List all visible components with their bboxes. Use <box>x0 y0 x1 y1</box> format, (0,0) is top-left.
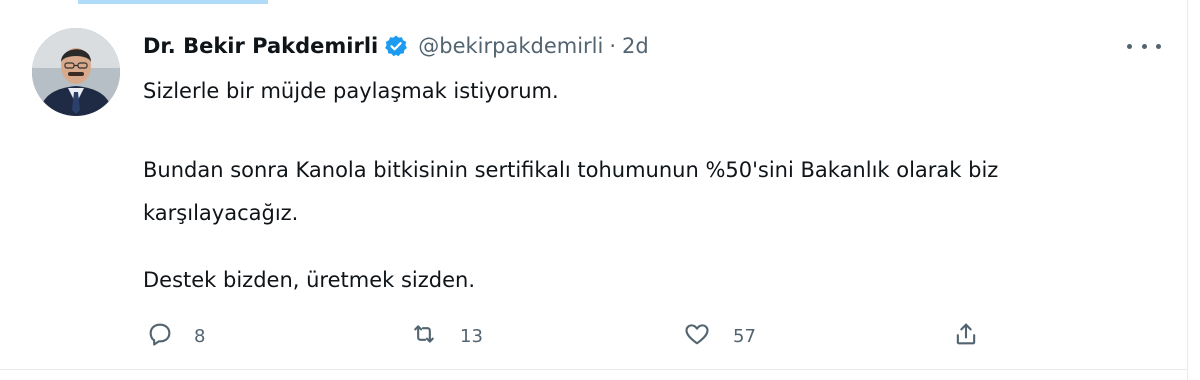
tweet-text-line-4: Destek bizden, üretmek sizden. <box>143 268 476 292</box>
heart-icon <box>683 320 711 352</box>
column-border <box>1187 0 1188 380</box>
avatar[interactable] <box>32 28 120 116</box>
author-name[interactable]: Dr. Bekir Pakdemirli <box>143 34 378 58</box>
tweet-timestamp[interactable]: 2d <box>622 34 649 58</box>
verified-badge-icon <box>384 34 408 58</box>
separator-dot: · <box>609 34 617 58</box>
like-count: 57 <box>733 325 756 347</box>
tweet-header: Dr. Bekir Pakdemirli @bekirpakdemirli · … <box>143 28 1161 64</box>
tweet-body: Dr. Bekir Pakdemirli @bekirpakdemirli · … <box>143 28 1161 292</box>
tweet-text-line-3: karşılayacağız. <box>143 201 299 225</box>
tweet-divider <box>0 369 1188 370</box>
reply-icon <box>146 320 174 352</box>
more-icon[interactable] <box>1127 34 1161 58</box>
share-button[interactable] <box>952 318 980 354</box>
retweet-count: 13 <box>460 325 483 347</box>
share-icon <box>952 320 980 352</box>
tweet-text-line-1: Sizlerle bir müjde paylaşmak istiyorum. <box>143 79 559 103</box>
author-handle[interactable]: @bekirpakdemirli <box>418 34 603 58</box>
tweet-card: Dr. Bekir Pakdemirli @bekirpakdemirli · … <box>0 0 1200 380</box>
active-tab-indicator <box>78 0 268 4</box>
tweet-text-line-2: Bundan sonra Kanola bitkisinin sertifika… <box>143 158 999 182</box>
retweet-icon <box>410 320 438 352</box>
retweet-button[interactable]: 13 <box>410 318 483 354</box>
tweet-actions: 8 13 57 <box>143 318 1143 354</box>
like-button[interactable]: 57 <box>683 318 756 354</box>
reply-button[interactable]: 8 <box>146 318 205 354</box>
reply-count: 8 <box>194 325 206 347</box>
